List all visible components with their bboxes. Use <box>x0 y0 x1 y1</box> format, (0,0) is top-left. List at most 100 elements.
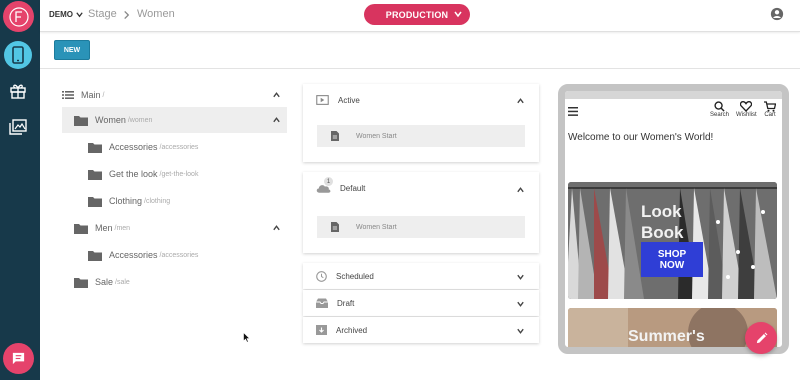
project-selector[interactable]: DEMO <box>49 10 84 19</box>
gift-icon[interactable] <box>4 77 32 105</box>
search-icon <box>714 101 725 112</box>
tree-node-path: /accessories <box>159 251 199 259</box>
default-entry[interactable]: Women Start <box>317 216 525 238</box>
breadcrumb-women[interactable]: Women <box>137 8 175 20</box>
chat-icon[interactable] <box>3 343 34 374</box>
mobile-preview: Search Wishlist Cart Welcome to our Wome… <box>558 84 789 354</box>
hero-title: Look Book <box>641 201 684 243</box>
environment-button[interactable]: PRODUCTION <box>364 4 470 25</box>
tree-node-clothing[interactable]: Clothing /clothing <box>88 188 170 214</box>
active-entry[interactable]: Women Start <box>317 125 525 147</box>
default-panel-header[interactable]: 1 Default <box>316 177 366 193</box>
cart-icon <box>764 101 776 112</box>
wishlist-nav[interactable]: Wishlist <box>736 101 757 118</box>
shop-now-line-1: SHOP <box>657 248 687 260</box>
inbox-icon <box>316 298 328 308</box>
chevron-right-icon <box>124 10 130 20</box>
tree-node-label: Women <box>95 115 126 125</box>
logo-icon[interactable] <box>3 1 34 32</box>
summer-banner-text: Summer's <box>628 328 705 345</box>
tree-node-path: /accessories <box>159 143 199 151</box>
edit-icon <box>756 332 767 343</box>
environment-label: PRODUCTION <box>385 9 449 20</box>
archived-panel-title: Archived <box>336 325 368 335</box>
chevron-up-icon[interactable] <box>272 224 281 232</box>
chevron-up-icon[interactable] <box>516 97 525 105</box>
play-icon <box>316 95 329 105</box>
breadcrumb-stage[interactable]: Stage <box>88 8 117 20</box>
archived-panel[interactable]: Archived <box>303 317 539 343</box>
tree-node-label: Main <box>81 90 101 100</box>
top-bar: DEMO Stage Women PRODUCTION <box>40 0 800 32</box>
mouse-cursor-icon <box>243 332 251 343</box>
archived-panel-header: Archived <box>316 325 367 335</box>
folder-icon <box>74 115 88 126</box>
tree-node-women[interactable]: Women /women <box>62 107 287 133</box>
scheduled-panel-title: Scheduled <box>336 272 374 281</box>
tree-node-path: /sale <box>115 278 130 286</box>
tree-node-path: /men <box>114 224 131 232</box>
tree-node-men-accessories[interactable]: Accessories /accessories <box>88 242 198 268</box>
images-icon[interactable] <box>4 113 32 141</box>
draft-panel-title: Draft <box>337 298 355 308</box>
phone-status-bar <box>565 91 782 99</box>
toolbar: NEW <box>40 33 800 69</box>
cloud-icon: 1 <box>316 177 333 193</box>
tree-node-main[interactable]: Main / <box>62 82 287 108</box>
folder-icon <box>88 142 102 153</box>
wishlist-icon <box>740 101 753 112</box>
scheduled-panel-header: Scheduled <box>316 271 374 282</box>
default-panel-title: Default <box>340 183 366 193</box>
chevron-down-icon <box>517 328 524 334</box>
cart-nav[interactable]: Cart <box>764 101 776 118</box>
entry-label: Women Start <box>356 132 397 140</box>
lookbook-banner[interactable]: Look Book SHOP NOW <box>568 182 777 299</box>
chevron-up-icon[interactable] <box>272 116 281 124</box>
tree-node-label: Sale <box>95 277 114 287</box>
folder-icon <box>88 196 102 207</box>
shop-now-button[interactable]: SHOP NOW <box>641 242 703 277</box>
welcome-text: Welcome to our Women's World! <box>568 132 714 143</box>
edit-fab[interactable] <box>745 322 777 354</box>
search-label: Search <box>710 112 730 118</box>
search-nav[interactable]: Search <box>710 101 729 118</box>
default-count-badge: 1 <box>324 177 333 186</box>
chevron-up-icon[interactable] <box>516 186 525 194</box>
scheduled-panel[interactable]: Scheduled <box>303 263 539 289</box>
active-panel-header[interactable]: Active <box>316 95 360 105</box>
tree-node-sale[interactable]: Sale /sale <box>74 269 130 295</box>
menu-icon[interactable] <box>568 107 578 116</box>
tree-node-get-the-look[interactable]: Get the look /get-the-look <box>88 161 198 187</box>
new-button[interactable]: NEW <box>54 40 90 60</box>
chevron-up-icon[interactable] <box>272 91 281 99</box>
shop-now-line-2: NOW <box>659 259 685 271</box>
user-account-icon[interactable] <box>770 7 784 21</box>
folder-icon <box>74 277 88 288</box>
archive-icon <box>316 325 327 335</box>
tree-node-label: Men <box>95 223 113 233</box>
active-panel: Active Women Start <box>303 84 539 162</box>
tree-node-men[interactable]: Men /men <box>74 215 287 241</box>
hero-title-line-1: Look <box>641 202 682 221</box>
tree-node-label: Get the look <box>109 169 158 179</box>
tree-node-accessories[interactable]: Accessories /accessories <box>88 134 198 160</box>
draft-panel[interactable]: Draft <box>303 290 539 316</box>
folder-icon <box>74 223 88 234</box>
tree-node-path: /clothing <box>144 197 171 205</box>
chevron-down-icon <box>76 12 83 18</box>
tree-node-path: / <box>102 91 105 99</box>
clock-icon <box>316 271 327 282</box>
list-icon <box>62 90 74 100</box>
project-name: DEMO <box>49 10 73 19</box>
tree-node-path: /women <box>127 116 153 124</box>
page-icon <box>331 131 339 141</box>
active-panel-title: Active <box>338 95 360 105</box>
folder-icon <box>88 250 102 261</box>
tree-node-label: Clothing <box>109 196 143 206</box>
chevron-down-icon <box>517 274 524 280</box>
draft-panel-header: Draft <box>316 298 354 308</box>
page-icon <box>331 222 339 232</box>
hero-title-line-2: Book <box>641 223 684 242</box>
mobile-icon[interactable] <box>4 41 32 69</box>
wishlist-label: Wishlist <box>736 112 757 118</box>
